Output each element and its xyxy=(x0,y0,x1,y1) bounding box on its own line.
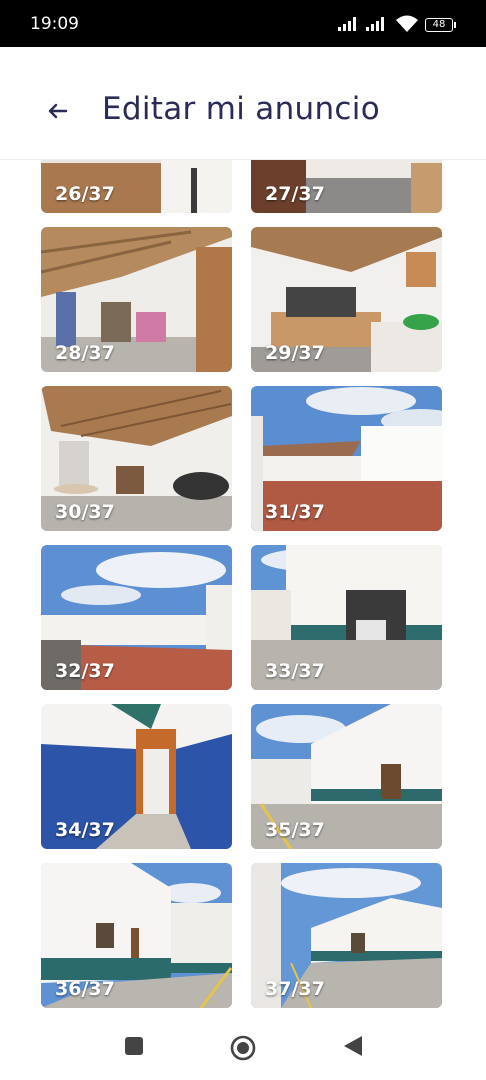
photo-counter: 33/37 xyxy=(265,660,325,682)
back-arrow-icon[interactable] xyxy=(44,97,72,125)
photo-tile[interactable]: 30/37 xyxy=(41,386,232,531)
photo-counter: 37/37 xyxy=(265,978,325,1000)
battery-level: 48 xyxy=(432,19,446,30)
photo-counter: 31/37 xyxy=(265,501,325,523)
photo-tile[interactable]: 26/37 xyxy=(41,159,232,213)
photo-counter: 27/37 xyxy=(265,183,325,205)
photo-tile[interactable]: 33/37 xyxy=(251,545,442,690)
photo-counter: 30/37 xyxy=(55,501,115,523)
photo-gallery[interactable]: 26/37 27/37 28/37 29/37 30/37 31/37 32/3… xyxy=(0,159,486,1017)
status-time: 19:09 xyxy=(30,14,79,34)
photo-counter: 36/37 xyxy=(55,978,115,1000)
battery-icon: 48 xyxy=(425,18,456,32)
photo-counter: 28/37 xyxy=(55,342,115,364)
photo-counter: 35/37 xyxy=(265,819,325,841)
photo-tile[interactable]: 28/37 xyxy=(41,227,232,372)
photo-counter: 29/37 xyxy=(265,342,325,364)
app-header: Editar mi anuncio xyxy=(0,47,486,160)
photo-counter: 34/37 xyxy=(55,819,115,841)
photo-tile[interactable]: 37/37 xyxy=(251,863,442,1008)
system-nav-bar xyxy=(0,1017,486,1080)
home-circle-icon[interactable] xyxy=(229,1034,257,1062)
photo-tile[interactable]: 31/37 xyxy=(251,386,442,531)
status-bar: 19:09 48 xyxy=(0,0,486,47)
back-triangle-icon[interactable] xyxy=(343,1035,363,1057)
square-icon[interactable] xyxy=(124,1036,144,1056)
photo-tile[interactable]: 34/37 xyxy=(41,704,232,849)
signal-icon xyxy=(338,17,356,31)
photo-counter: 32/37 xyxy=(55,660,115,682)
photo-counter: 26/37 xyxy=(55,183,115,205)
photo-tile[interactable]: 27/37 xyxy=(251,159,442,213)
photo-tile[interactable]: 29/37 xyxy=(251,227,442,372)
photo-tile[interactable]: 35/37 xyxy=(251,704,442,849)
page-title: Editar mi anuncio xyxy=(102,91,380,127)
signal-icon xyxy=(366,17,384,31)
wifi-icon xyxy=(396,15,418,32)
photo-tile[interactable]: 36/37 xyxy=(41,863,232,1008)
photo-tile[interactable]: 32/37 xyxy=(41,545,232,690)
